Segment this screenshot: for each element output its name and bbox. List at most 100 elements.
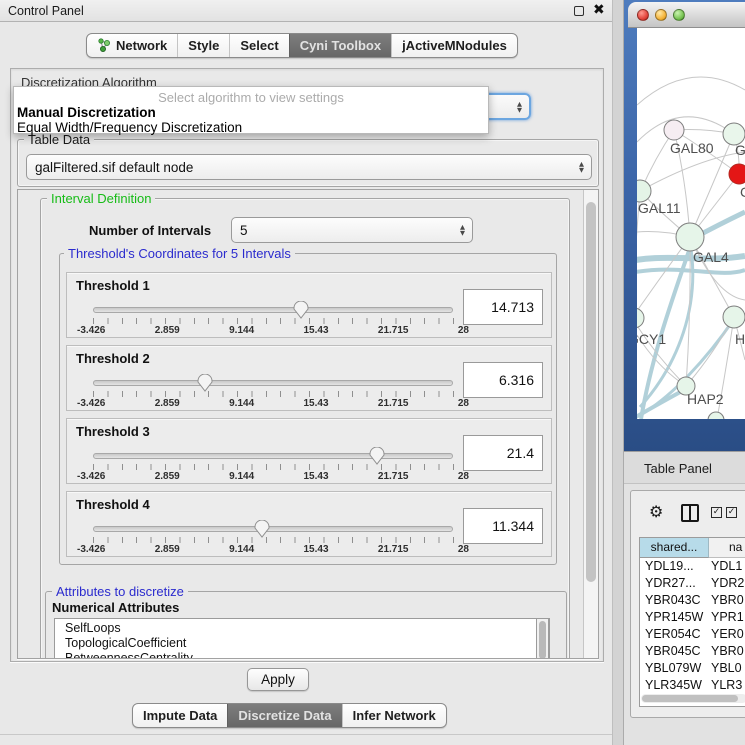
table-row[interactable]: YLR345WYLR3 <box>640 677 745 694</box>
tick-label: 28 <box>458 325 469 336</box>
apply-button[interactable]: Apply <box>247 668 309 691</box>
cell-name[interactable]: YBL0 <box>709 660 745 677</box>
cell-shared-name[interactable]: YBL079W <box>640 660 709 677</box>
tick-label: -3.426 <box>77 325 105 336</box>
table-horizontal-scrollbar[interactable] <box>641 694 745 703</box>
tab-label: Network <box>116 38 167 53</box>
spinner-arrows-icon: ▲▼ <box>460 224 472 236</box>
table-row[interactable]: YDR27...YDR2 <box>640 575 745 592</box>
cell-name[interactable]: YDL1 <box>709 558 745 575</box>
float-window-icon[interactable] <box>574 6 584 16</box>
cell-shared-name[interactable]: YBR043C <box>640 592 709 609</box>
table-panel-titlebar: Table Panel <box>624 451 745 484</box>
slider-tick-labels: -3.4262.8599.14415.4321.71528 <box>77 471 469 482</box>
attributes-list-scrollbar[interactable] <box>536 618 549 659</box>
number-of-intervals-spinner[interactable]: 5 ▲▼ <box>231 217 473 243</box>
network-node-label: GAL80 <box>670 140 714 156</box>
cell-name[interactable]: YBR0 <box>709 643 745 660</box>
tick-label: 21.715 <box>378 544 409 555</box>
threshold-label: Threshold 4 <box>76 497 150 512</box>
tab-cyni-toolbox[interactable]: Cyni Toolbox <box>289 34 391 57</box>
tab-jactivemnodules[interactable]: jActiveMNodules <box>391 34 517 57</box>
cell-name[interactable]: YDR2 <box>709 575 745 592</box>
dropdown-option-equal-width[interactable]: Equal Width/Frequency Discretization <box>17 120 242 135</box>
columns-icon[interactable] <box>681 504 699 522</box>
settings-scrollbar[interactable] <box>583 190 598 658</box>
tab-discretize-data[interactable]: Discretize Data <box>227 704 341 727</box>
slider-thumb[interactable] <box>293 301 309 319</box>
network-node <box>637 180 651 202</box>
tab-select[interactable]: Select <box>229 34 288 57</box>
cell-shared-name[interactable]: YPR145W <box>640 609 709 626</box>
zoom-traffic-icon[interactable] <box>673 9 685 21</box>
dropdown-option-manual[interactable]: Manual Discretization <box>17 105 156 120</box>
table-row[interactable]: YBR045CYBR0 <box>640 643 745 660</box>
slider-ticks <box>93 464 454 470</box>
slider-thumb[interactable] <box>369 447 385 465</box>
threshold-value-field[interactable]: 6.316 <box>463 362 543 398</box>
table-row[interactable]: YDL19...YDL1 <box>640 558 745 575</box>
network-canvas[interactable]: GAL80 GA C GAL11 GAL4 GCY1 H HAP2 <box>637 28 745 419</box>
threshold-2-panel: Threshold 2 -3.4262.8599.14415.4321.7152… <box>66 345 552 411</box>
gear-icon[interactable]: ⚙ <box>649 502 663 521</box>
table-row[interactable]: YPR145WYPR1 <box>640 609 745 626</box>
cell-shared-name[interactable]: YBR045C <box>640 643 709 660</box>
checkbox-icon[interactable]: ✓ <box>726 507 737 518</box>
threshold-slider[interactable] <box>93 526 453 532</box>
threshold-1-panel: Threshold 1 -3.4262.8599.14415.4321.7152… <box>66 272 552 338</box>
tab-impute-data[interactable]: Impute Data <box>133 704 227 727</box>
table-row[interactable]: YBR043CYBR0 <box>640 592 745 609</box>
threshold-value-field[interactable]: 14.713 <box>463 289 543 325</box>
attribute-item[interactable]: BetweennessCentrality <box>65 651 549 659</box>
numerical-attributes-list[interactable]: SelfLoopsTopologicalCoefficientBetweenne… <box>54 618 550 659</box>
tick-label: 15.43 <box>304 544 329 555</box>
network-window-titlebar[interactable] <box>628 2 745 28</box>
tick-label: 2.859 <box>155 544 180 555</box>
cell-name[interactable]: YPR1 <box>709 609 745 626</box>
slider-thumb[interactable] <box>254 520 270 538</box>
combobox-arrows-icon: ▲▼ <box>579 161 591 173</box>
table-data-combobox[interactable]: galFiltered.sif default node ▲▼ <box>26 154 592 180</box>
close-icon[interactable]: ✖ <box>593 2 605 18</box>
attribute-item[interactable]: TopologicalCoefficient <box>65 636 549 651</box>
cell-name[interactable]: YLR3 <box>709 677 745 694</box>
tick-label: 28 <box>458 398 469 409</box>
slider-ticks <box>93 537 454 543</box>
table-row[interactable]: YER054CYER0 <box>640 626 745 643</box>
slider-thumb[interactable] <box>197 374 213 392</box>
tick-label: 9.144 <box>229 471 254 482</box>
cell-name[interactable]: YBR0 <box>709 592 745 609</box>
column-header-name[interactable]: na <box>709 538 745 558</box>
tab-infer-network[interactable]: Infer Network <box>342 704 446 727</box>
cell-shared-name[interactable]: YDL19... <box>640 558 709 575</box>
threshold-slider[interactable] <box>93 307 453 313</box>
attribute-item[interactable]: SelfLoops <box>65 621 549 636</box>
cell-name[interactable]: YER0 <box>709 626 745 643</box>
cell-shared-name[interactable]: YER054C <box>640 626 709 643</box>
tick-label: 2.859 <box>155 398 180 409</box>
control-panel-titlebar: Control Panel ✖ <box>0 0 612 22</box>
column-header-shared-name[interactable]: shared... <box>640 538 709 558</box>
close-traffic-icon[interactable] <box>637 9 649 21</box>
thresholds-group: Threshold's Coordinates for 5 Intervals … <box>59 253 557 565</box>
scrollbar-thumb[interactable] <box>642 695 738 702</box>
cell-shared-name[interactable]: YDR27... <box>640 575 709 592</box>
tick-label: 15.43 <box>304 471 329 482</box>
panel-splitter[interactable] <box>612 0 624 745</box>
scrollbar-thumb[interactable] <box>586 202 596 582</box>
tick-label: 21.715 <box>378 398 409 409</box>
tab-style[interactable]: Style <box>177 34 229 57</box>
tab-network[interactable]: Network <box>87 34 177 57</box>
scrollbar-thumb[interactable] <box>539 621 546 659</box>
minimize-traffic-icon[interactable] <box>655 9 667 21</box>
network-node-label: C <box>740 184 745 200</box>
threshold-value-field[interactable]: 21.4 <box>463 435 543 471</box>
cell-shared-name[interactable]: YLR345W <box>640 677 709 694</box>
slider-tick-labels: -3.4262.8599.14415.4321.71528 <box>77 544 469 555</box>
threshold-slider[interactable] <box>93 453 453 459</box>
table-panel-title: Table Panel <box>644 461 712 476</box>
checkbox-icon[interactable]: ✓ <box>711 507 722 518</box>
threshold-value-field[interactable]: 11.344 <box>463 508 543 544</box>
table-row[interactable]: YBL079WYBL0 <box>640 660 745 677</box>
threshold-slider[interactable] <box>93 380 453 386</box>
